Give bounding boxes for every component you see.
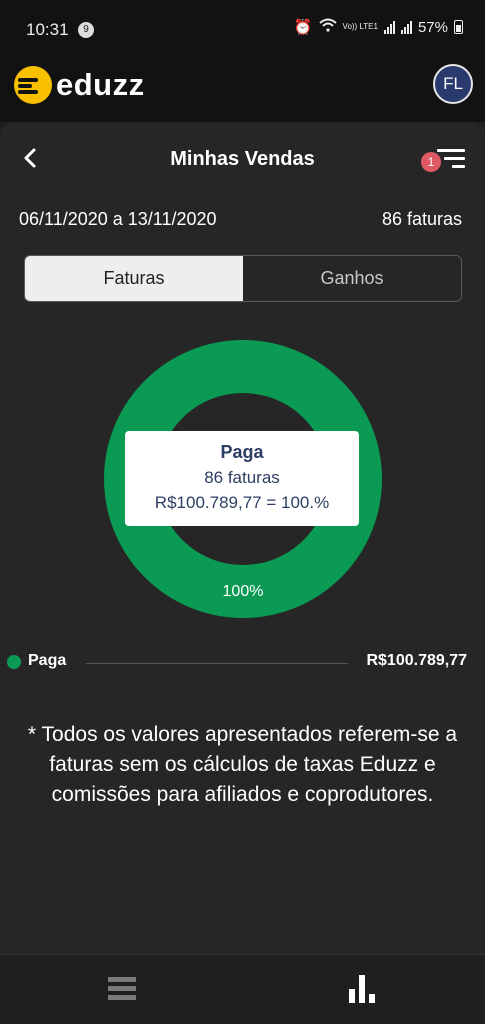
signal-icon: [383, 20, 395, 34]
network-label: Vo)) LTE1: [342, 22, 378, 31]
tab-ganhos[interactable]: Ganhos: [243, 256, 461, 301]
nav-list-button[interactable]: [108, 977, 136, 1001]
logo-text: eduzz: [56, 67, 145, 102]
status-time: 10:31: [26, 20, 69, 39]
avatar[interactable]: FL: [433, 64, 473, 104]
tooltip-amount: R$100.789,77 = 100.%: [154, 493, 330, 512]
view-toggle: Faturas Ganhos: [24, 255, 462, 302]
invoice-count: 86 faturas: [381, 209, 462, 229]
legend-value: R$100.789,77: [366, 652, 467, 669]
chart-tooltip: Paga 86 faturas R$100.789,77 = 100.%: [125, 431, 359, 526]
legend-dot: [7, 655, 21, 669]
status-icons: ⏰ Vo)) LTE1 57%: [294, 18, 463, 36]
slice-percent-label: 100%: [222, 583, 264, 600]
notification-count-badge: 9: [78, 22, 94, 38]
alarm-icon: ⏰: [293, 19, 313, 36]
eduzz-logo: eduzz: [14, 66, 145, 104]
tab-faturas[interactable]: Faturas: [25, 256, 243, 301]
battery-percent: 57%: [417, 18, 448, 36]
main-sheet: Minhas Vendas 1 06/11/2020 a 13/11/2020 …: [0, 122, 485, 954]
legend-label: Paga: [28, 652, 67, 669]
app-bar: eduzz FL: [0, 58, 485, 122]
filter-count-badge: 1: [421, 152, 441, 172]
eduzz-logo-icon: [14, 66, 52, 104]
wifi-icon: [318, 18, 337, 36]
tooltip-count: 86 faturas: [204, 468, 280, 487]
bottom-nav: [0, 954, 485, 1024]
battery-icon: [454, 20, 463, 34]
status-bar: 10:31 9 ⏰ Vo)) LTE1 57%: [0, 0, 485, 58]
signal-icon-2: [400, 20, 412, 34]
legend-divider: [86, 663, 348, 664]
disclaimer-note: * Todos os valores apresentados referem-…: [27, 723, 458, 806]
date-range: 06/11/2020 a 13/11/2020: [19, 209, 217, 229]
nav-chart-button[interactable]: [349, 973, 379, 1003]
filter-button[interactable]: 1: [421, 146, 465, 174]
page-title: Minhas Vendas: [170, 148, 315, 170]
tooltip-title: Paga: [220, 442, 264, 462]
